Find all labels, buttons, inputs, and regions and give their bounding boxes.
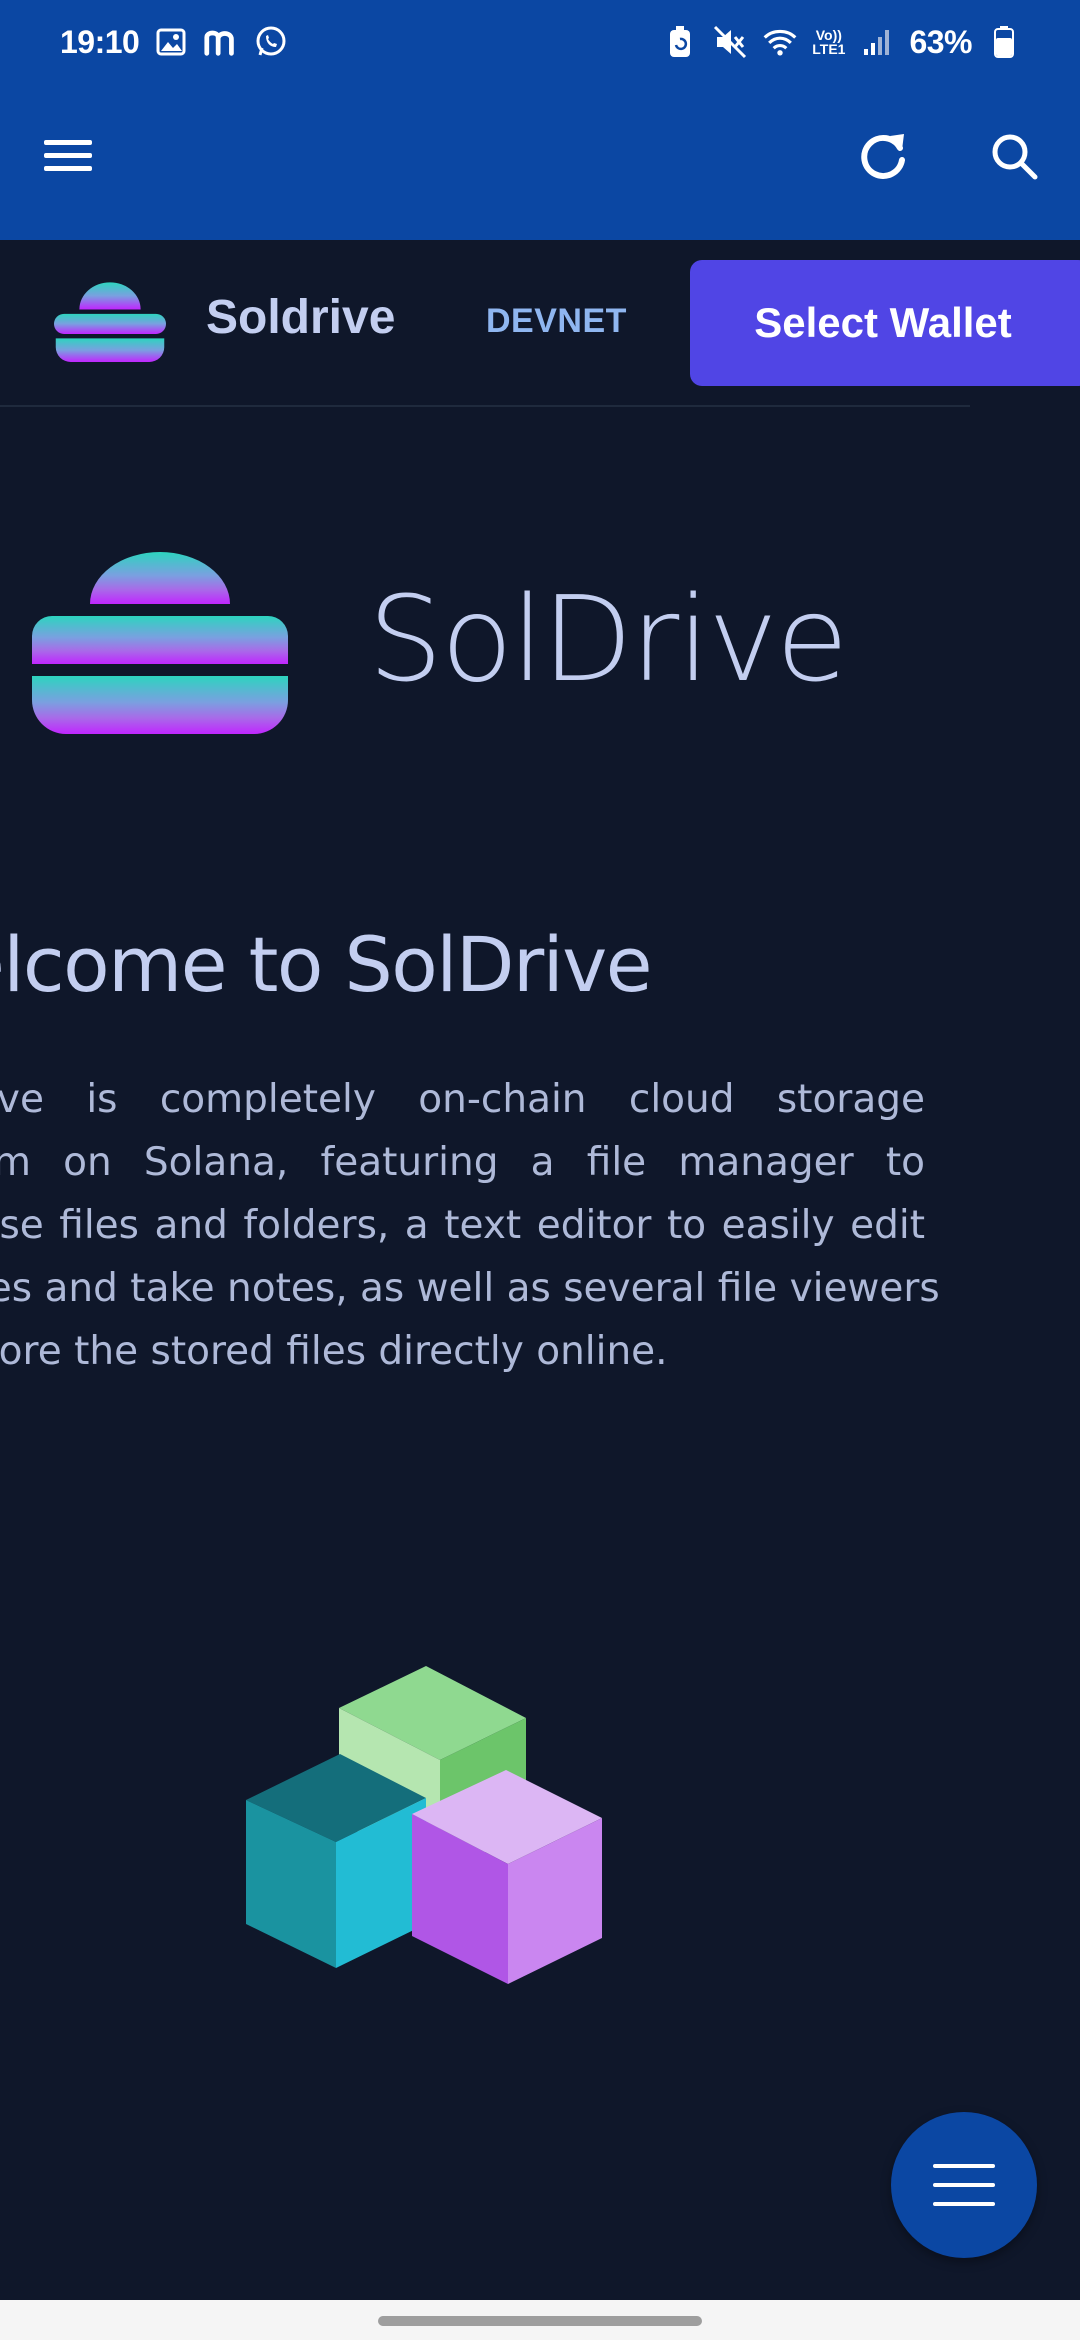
status-time: 19:10 bbox=[60, 23, 140, 60]
mute-icon bbox=[712, 24, 748, 60]
network-line-1: Vo)) bbox=[815, 27, 842, 43]
soldrive-hero-logo-icon bbox=[32, 552, 288, 734]
network-type: Vo)) LTE1 bbox=[812, 28, 845, 56]
brand-name[interactable]: Soldrive bbox=[206, 290, 395, 345]
hero-title: SolDrive bbox=[368, 570, 848, 708]
header-divider bbox=[0, 405, 970, 407]
m-app-icon bbox=[203, 24, 239, 60]
refresh-icon bbox=[861, 134, 905, 179]
network-badge: DEVNET bbox=[486, 302, 627, 340]
intro-paragraph: Drive is completely on-chain cloud stora… bbox=[0, 1068, 940, 1383]
image-icon bbox=[153, 24, 189, 60]
status-bar-right: Vo)) LTE1 63% bbox=[662, 24, 1022, 61]
status-bar-left: 19:10 bbox=[60, 24, 289, 61]
site-header: Soldrive DEVNET Select Wallet bbox=[0, 240, 1080, 408]
intro-line: files and take notes, as well as several… bbox=[0, 1266, 940, 1311]
battery-percent: 63% bbox=[909, 23, 972, 60]
gesture-handle[interactable] bbox=[378, 2316, 702, 2326]
menu-button[interactable] bbox=[40, 128, 96, 184]
whatsapp-icon bbox=[253, 24, 289, 60]
intro-line: xplore the stored files directly online. bbox=[0, 1329, 668, 1374]
battery-saver-icon bbox=[662, 24, 698, 60]
intro-line: Drive is completely on-chain cloud stora… bbox=[0, 1077, 925, 1122]
search-button[interactable] bbox=[984, 126, 1044, 186]
cubes-illustration bbox=[246, 1666, 602, 1984]
fab-menu-button[interactable] bbox=[891, 2112, 1037, 2258]
menu-icon bbox=[44, 140, 92, 171]
refresh-button[interactable] bbox=[852, 124, 916, 188]
intro-line: form on Solana, featuring a file manager… bbox=[0, 1140, 925, 1185]
signal-icon bbox=[859, 24, 895, 60]
web-content: Soldrive DEVNET Select Wallet SolDrive e… bbox=[0, 240, 1080, 2300]
battery-icon bbox=[986, 24, 1022, 60]
search-icon bbox=[992, 134, 1038, 180]
system-navigation-bar bbox=[0, 2300, 1080, 2340]
wifi-icon bbox=[762, 24, 798, 60]
app-toolbar bbox=[0, 84, 1080, 240]
soldrive-logo-icon bbox=[54, 282, 166, 362]
menu-icon bbox=[933, 2164, 995, 2206]
select-wallet-button[interactable]: Select Wallet bbox=[690, 260, 1080, 386]
welcome-heading: elcome to SolDrive bbox=[0, 920, 653, 1009]
network-line-2: LTE1 bbox=[812, 41, 846, 57]
intro-line: anise files and folders, a text editor t… bbox=[0, 1203, 925, 1248]
status-bar: 19:10 Vo)) LTE1 63% bbox=[0, 0, 1080, 84]
